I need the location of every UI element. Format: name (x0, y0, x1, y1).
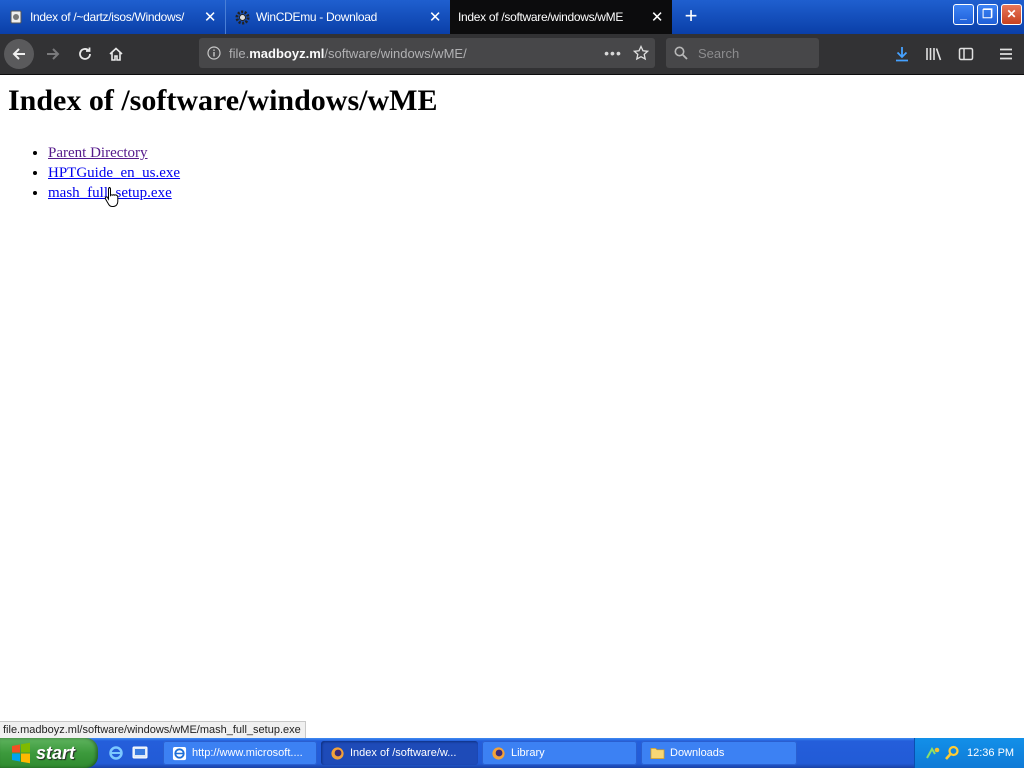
reload-icon (79, 47, 91, 60)
show-desktop-icon[interactable] (131, 744, 149, 762)
list-item: Parent Directory (48, 143, 180, 163)
taskbar-item-label: Downloads (670, 747, 725, 759)
download-arrow-icon (896, 47, 908, 62)
navigation-toolbar: file.madboyz.ml/software/windows/wME/ ••… (0, 34, 1024, 75)
tab-index-dartz[interactable]: Index of /~dartz/isos/Windows/ ✕ (0, 0, 225, 34)
taskbar-item-ie[interactable]: http://www.microsoft.... (163, 741, 317, 765)
system-tray: 12:36 PM (914, 738, 1024, 768)
url-bar[interactable]: file.madboyz.ml/software/windows/wME/ ••… (199, 38, 655, 68)
library-icon (926, 48, 942, 61)
taskbar-item-label: Index of /software/w... (350, 747, 457, 759)
start-label: start (36, 742, 76, 763)
page-actions-icon[interactable]: ••• (599, 45, 627, 61)
sidebar-icon (958, 47, 974, 61)
search-input[interactable] (696, 44, 810, 62)
tab-close-icon[interactable]: ✕ (420, 8, 450, 26)
minimize-button[interactable]: _ (953, 4, 974, 25)
new-tab-button[interactable]: + (680, 5, 702, 28)
file-list: Parent Directory HPTGuide_en_us.exe mash… (8, 143, 180, 203)
tab-title: Index of /software/windows/wME (458, 10, 624, 24)
tab-close-icon[interactable]: ✕ (195, 8, 225, 26)
tab-strip: Index of /~dartz/isos/Windows/ ✕ WinCDEm… (0, 0, 1024, 34)
page-content: Index of /software/windows/wME Parent Di… (0, 75, 1024, 737)
tab-title: WinCDEmu - Download (256, 10, 378, 24)
taskbar-item-library[interactable]: Library (482, 741, 637, 765)
home-icon (109, 47, 123, 61)
ie-quicklaunch-icon[interactable] (107, 744, 125, 762)
folder-icon (649, 745, 665, 761)
firefox-icon (490, 745, 506, 761)
url-text[interactable]: file.madboyz.ml/software/windows/wME/ (229, 46, 599, 61)
url-prefix: file. (229, 45, 250, 61)
search-box[interactable] (666, 38, 819, 68)
info-icon[interactable] (199, 46, 229, 60)
url-domain: madboyz.ml (249, 45, 325, 61)
status-bar: file.madboyz.ml/software/windows/wME/mas… (0, 721, 306, 739)
gear-icon (234, 9, 250, 25)
tab-title: Index of /~dartz/isos/Windows/ (30, 10, 185, 24)
taskbar-item-firefox-index[interactable]: Index of /software/w... (321, 741, 478, 765)
taskbar-item-label: Library (511, 747, 545, 759)
back-button[interactable] (4, 39, 34, 69)
reload-button[interactable] (70, 39, 100, 69)
downloads-button[interactable] (887, 39, 917, 69)
taskbar-item-label: http://www.microsoft.... (192, 747, 303, 759)
forward-button[interactable] (38, 39, 68, 69)
firefox-icon (329, 745, 345, 761)
start-button[interactable]: start (0, 738, 98, 768)
home-button[interactable] (101, 39, 131, 69)
library-button[interactable] (919, 39, 949, 69)
page-favicon-icon (8, 9, 24, 25)
list-item: HPTGuide_en_us.exe (48, 163, 180, 183)
bookmark-star-icon[interactable] (627, 45, 655, 61)
url-path: /software/windows/wME/ (324, 45, 467, 61)
parent-directory-link[interactable]: Parent Directory (48, 145, 148, 161)
sidebar-button[interactable] (951, 39, 981, 69)
ie-icon (171, 745, 187, 761)
taskbar-item-downloads[interactable]: Downloads (641, 741, 797, 765)
windows-logo-icon (12, 742, 30, 764)
tab-index-wme[interactable]: Index of /software/windows/wME ✕ (450, 0, 672, 34)
arrow-right-icon (47, 48, 60, 60)
search-tray-icon[interactable] (944, 745, 960, 766)
file-link-hptguide[interactable]: HPTGuide_en_us.exe (48, 165, 180, 181)
arrow-left-icon (12, 48, 25, 60)
tab-close-icon[interactable]: ✕ (642, 8, 672, 26)
hand-cursor-icon (104, 187, 119, 207)
page-title: Index of /software/windows/wME (8, 84, 438, 117)
menu-button[interactable] (991, 39, 1021, 69)
window-close-button[interactable]: ✕ (1001, 4, 1022, 25)
taskbar: start http://www.microsoft.... Index of … (0, 738, 1024, 768)
clock: 12:36 PM (967, 747, 1015, 759)
search-icon (666, 46, 696, 60)
restore-button[interactable]: ❐ (977, 4, 998, 25)
tab-wincdemu[interactable]: WinCDEmu - Download ✕ (225, 0, 450, 34)
hamburger-menu-icon (1000, 48, 1012, 60)
network-icon[interactable] (925, 745, 941, 766)
